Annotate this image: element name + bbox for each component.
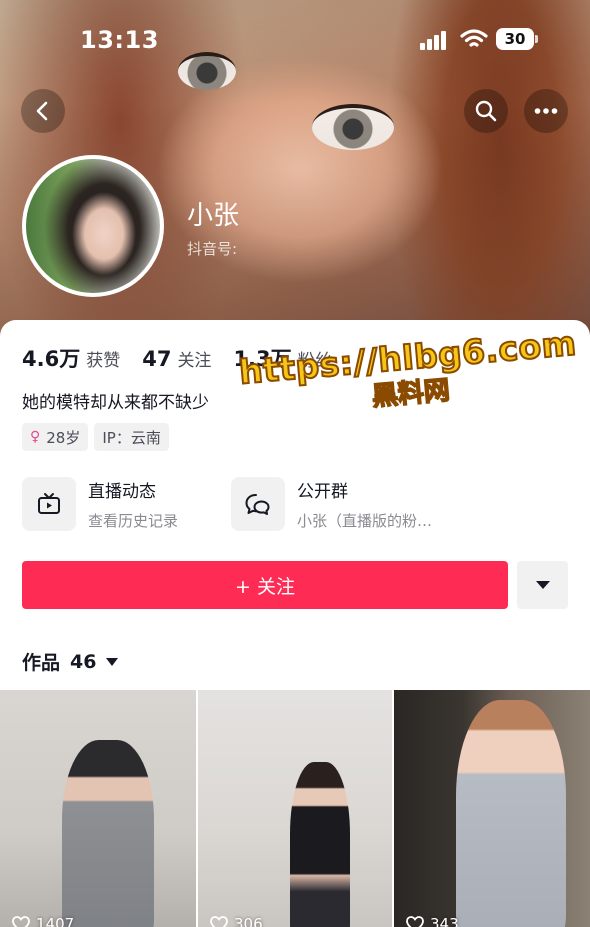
stat-label: 获赞 [86, 351, 121, 371]
live-title: 直播动态 [88, 482, 156, 502]
works-caret-icon [106, 657, 119, 666]
profile-bio: 她的模特却从来都不缺少 [22, 393, 209, 413]
search-button[interactable] [464, 89, 508, 133]
live-subtitle: 查看历史记录 [88, 512, 179, 530]
work-thumbnail[interactable]: 306 [198, 690, 392, 927]
stat-likes[interactable]: 4.6万 获赞 [22, 343, 120, 373]
works-grid: 1407 306 343 [0, 690, 590, 927]
more-icon [534, 108, 558, 114]
status-time: 13:13 [80, 26, 159, 54]
cellular-signal-icon [420, 30, 450, 50]
thumbnail-figure [456, 700, 566, 927]
female-icon: ♀ [30, 429, 41, 445]
recommend-dropdown-button[interactable] [517, 561, 568, 609]
work-thumbnail[interactable]: 1407 [0, 690, 196, 927]
thumbnail-figure [290, 762, 350, 927]
heart-icon [210, 916, 228, 927]
wifi-icon [460, 29, 488, 47]
work-thumbnail[interactable]: 343 [394, 690, 590, 927]
live-history-entry[interactable]: 直播动态 查看历史记录 [22, 477, 178, 531]
back-button[interactable] [21, 89, 65, 133]
works-tab[interactable]: 作品 46 [22, 648, 119, 675]
thumbnail-figure [62, 740, 154, 927]
stat-following[interactable]: 47 关注 [142, 346, 211, 371]
heart-icon [406, 916, 424, 927]
stat-value: 47 [142, 347, 172, 371]
like-count-text: 343 [430, 915, 459, 927]
caret-down-icon [535, 581, 550, 589]
group-icon-box [231, 477, 285, 531]
like-count: 306 [210, 915, 263, 927]
battery-indicator: 30 [496, 28, 538, 50]
like-count-text: 306 [234, 915, 263, 927]
stat-value: 4.6万 [22, 347, 81, 371]
age-text: 28岁 [46, 428, 81, 447]
avatar[interactable] [22, 155, 164, 297]
ip-tag: IP：云南 [94, 423, 169, 451]
group-subtitle: 小张（直播版的粉… [297, 512, 433, 530]
public-group-entry[interactable]: 公开群 小张（直播版的粉… [231, 477, 432, 531]
age-tag: ♀ 28岁 [22, 423, 89, 451]
group-title: 公开群 [297, 482, 348, 502]
tv-icon [38, 493, 60, 514]
status-bar: 13:13 30 [0, 0, 590, 80]
back-icon [36, 101, 48, 121]
more-button[interactable] [524, 89, 568, 133]
like-count: 343 [406, 915, 459, 927]
works-label: 作品 [22, 652, 61, 674]
username: 小张 [187, 201, 240, 231]
search-icon [475, 100, 497, 122]
profile-tags: ♀ 28岁 IP：云南 [22, 423, 175, 451]
ip-text: IP：云南 [102, 428, 161, 447]
chat-icon [245, 494, 270, 515]
douyin-id-label[interactable]: 抖音号: [187, 238, 237, 259]
like-count: 1407 [12, 915, 74, 927]
works-count: 46 [70, 650, 97, 673]
follow-button[interactable]: + 关注 [22, 561, 508, 609]
live-icon-box [22, 477, 76, 531]
stat-label: 关注 [177, 351, 212, 371]
heart-icon [12, 916, 30, 927]
like-count-text: 1407 [36, 915, 75, 927]
